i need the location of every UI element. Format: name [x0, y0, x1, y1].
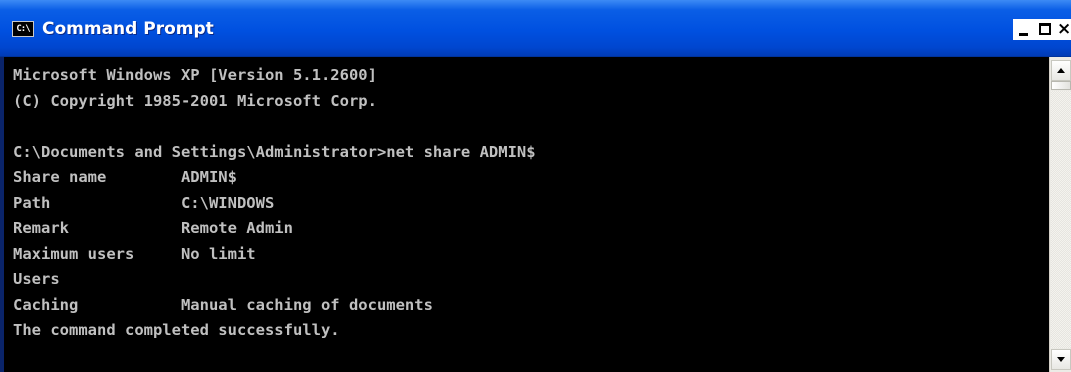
minimize-button[interactable]: [1013, 19, 1034, 40]
console-line-result: The command completed successfully.: [13, 321, 340, 339]
scroll-thumb[interactable]: [1051, 81, 1071, 90]
console-line-command: C:\Documents and Settings\Administrator>…: [13, 142, 536, 161]
console-line-remark: Remark Remote Admin: [13, 219, 293, 237]
console-line-version: Microsoft Windows XP [Version 5.1.2600]: [13, 66, 377, 84]
vertical-scrollbar[interactable]: [1049, 57, 1071, 372]
scroll-down-button[interactable]: [1051, 349, 1071, 370]
maximize-icon: [1039, 23, 1051, 35]
console-output[interactable]: Microsoft Windows XP [Version 5.1.2600] …: [4, 57, 1049, 372]
console-line-path: Path C:\WINDOWS: [13, 193, 275, 212]
cmd-icon[interactable]: C:\: [12, 21, 34, 37]
close-icon: ×: [1057, 19, 1071, 39]
command-prompt-window: C:\ Command Prompt × Microsoft Windows X…: [0, 0, 1071, 372]
scroll-up-button[interactable]: [1051, 60, 1071, 81]
maximize-button[interactable]: [1034, 19, 1055, 40]
console-line-caching: Caching Manual caching of documents: [13, 295, 433, 314]
close-button[interactable]: ×: [1055, 19, 1071, 40]
title-bar[interactable]: C:\ Command Prompt ×: [0, 0, 1071, 57]
window-title: Command Prompt: [42, 19, 214, 39]
scroll-down-arrow-icon: [1057, 357, 1065, 362]
minimize-icon: [1019, 33, 1028, 36]
scroll-up-arrow-icon: [1057, 68, 1065, 73]
console-line-copyright: (C) Copyright 1985-2001 Microsoft Corp.: [13, 91, 377, 110]
scroll-track[interactable]: [1051, 91, 1071, 348]
console-line-users: Users: [13, 270, 60, 288]
console-line-maximum-users: Maximum users No limit: [13, 244, 256, 263]
console-line-share-name: Share name ADMIN$: [13, 168, 237, 186]
